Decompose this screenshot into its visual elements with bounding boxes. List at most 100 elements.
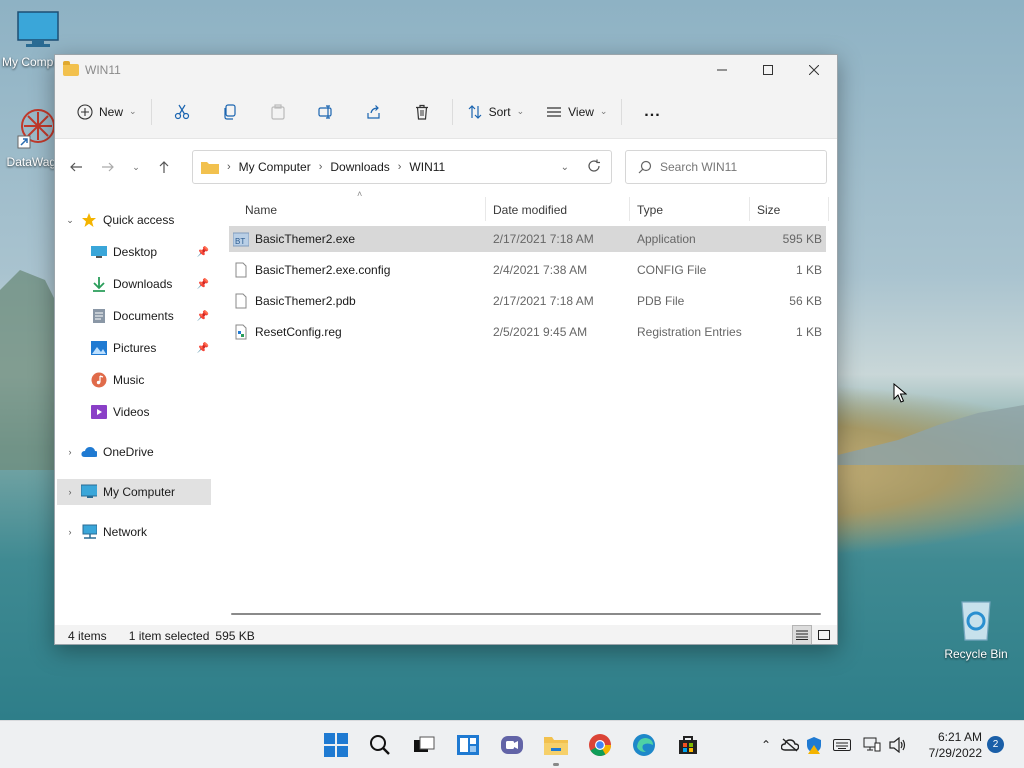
address-history-button[interactable]: ⌄ <box>561 162 569 173</box>
folder-icon <box>63 61 79 76</box>
nav-onedrive[interactable]: › OneDrive <box>63 439 217 465</box>
maximize-button[interactable] <box>745 55 791 85</box>
plus-circle-icon <box>77 103 93 120</box>
nav-pictures[interactable]: Pictures 📌 <box>91 335 211 361</box>
file-date: 2/17/2021 7:18 AM <box>493 294 594 308</box>
forward-button[interactable] <box>92 151 124 183</box>
file-size: 595 KB <box>782 232 822 246</box>
pin-icon[interactable]: 📌 <box>197 311 209 322</box>
breadcrumb-win11[interactable]: WIN11 <box>409 160 445 174</box>
volume-tray-icon[interactable] <box>888 735 908 755</box>
column-divider[interactable] <box>828 197 829 221</box>
left-hill-shape <box>0 270 60 470</box>
chevron-up-icon: ⌃ <box>760 738 772 752</box>
details-view-button[interactable] <box>792 625 812 644</box>
picture-icon <box>91 340 107 356</box>
widgets-button[interactable] <box>454 731 482 759</box>
pin-icon[interactable]: 📌 <box>197 279 209 290</box>
table-row[interactable]: BasicThemer2.pdb 2/17/2021 7:18 AM PDB F… <box>229 288 826 314</box>
tiles-view-button[interactable] <box>814 625 834 644</box>
nav-desktop[interactable]: Desktop 📌 <box>91 239 211 265</box>
nav-documents[interactable]: Documents 📌 <box>91 303 211 329</box>
store-taskbar-button[interactable] <box>674 731 702 759</box>
column-header-size[interactable]: Size <box>749 195 829 225</box>
column-label: Date modified <box>493 203 568 217</box>
task-view-button[interactable] <box>410 731 438 759</box>
breadcrumb-my-computer[interactable]: My Computer <box>239 160 311 174</box>
horizontal-scrollbar[interactable] <box>231 613 821 615</box>
rename-button[interactable] <box>302 94 350 130</box>
search-icon <box>370 735 390 755</box>
pin-icon[interactable]: 📌 <box>197 343 209 354</box>
close-button[interactable] <box>791 55 837 85</box>
search-box[interactable] <box>625 150 827 184</box>
up-button[interactable] <box>148 151 180 183</box>
table-row[interactable]: BasicThemer2.exe.config 2/4/2021 7:38 AM… <box>229 257 826 283</box>
column-header-type[interactable]: Type <box>629 195 749 225</box>
nav-my-computer[interactable]: › My Computer <box>57 479 211 505</box>
show-hidden-icons-button[interactable]: ⌃ <box>756 735 776 755</box>
notification-badge[interactable]: 2 <box>987 736 1004 753</box>
cloud-icon <box>81 444 97 460</box>
chrome-icon <box>589 734 611 756</box>
address-bar[interactable]: › My Computer › Downloads › WIN11 ⌄ <box>192 150 612 184</box>
trash-icon <box>415 104 428 120</box>
back-button[interactable] <box>60 151 92 183</box>
paste-button[interactable] <box>254 94 302 130</box>
breadcrumb-downloads[interactable]: Downloads <box>330 160 389 174</box>
table-row[interactable]: BT BasicThemer2.exe 2/17/2021 7:18 AM Ap… <box>229 226 826 252</box>
item-count: 4 items <box>68 628 107 643</box>
folder-icon <box>544 737 568 755</box>
selection-count: 1 item selected <box>128 628 210 643</box>
nav-label: Desktop <box>113 245 158 259</box>
search-input[interactable] <box>660 160 820 174</box>
title-bar[interactable]: WIN11 <box>55 55 837 85</box>
divider <box>621 98 623 125</box>
edge-taskbar-button[interactable] <box>630 731 658 759</box>
start-button[interactable] <box>322 731 350 759</box>
keyboard-tray-icon[interactable] <box>832 735 852 755</box>
file-size: 56 KB <box>789 294 822 308</box>
nav-downloads[interactable]: Downloads 📌 <box>91 271 211 297</box>
clock[interactable]: 6:21 AM 7/29/2022 <box>918 729 982 761</box>
view-button[interactable]: View ⌄ <box>538 94 615 130</box>
column-header-name[interactable]: Name <box>237 195 485 225</box>
security-tray-icon[interactable] <box>804 735 824 755</box>
nav-music[interactable]: Music <box>91 367 211 393</box>
delete-button[interactable] <box>398 94 446 130</box>
chevron-down-icon: ⌄ <box>129 106 137 116</box>
rename-icon <box>317 104 332 119</box>
onedrive-tray-icon[interactable] <box>780 735 800 755</box>
cut-button[interactable] <box>158 94 206 130</box>
nav-quick-access[interactable]: ⌄ Quick access <box>63 207 217 233</box>
taskbar-search-button[interactable] <box>366 731 394 759</box>
view-button-label: View <box>568 104 594 119</box>
more-options-button[interactable]: ... <box>628 94 676 130</box>
arrow-left-icon <box>70 162 82 172</box>
refresh-button[interactable] <box>587 159 601 176</box>
copy-button[interactable] <box>206 94 254 130</box>
edge-icon <box>633 734 655 756</box>
column-header-date[interactable]: Date modified <box>485 195 629 225</box>
chat-button[interactable] <box>498 731 526 759</box>
sort-button[interactable]: Sort ⌄ <box>459 94 533 130</box>
new-button[interactable]: New ⌄ <box>69 94 145 130</box>
nav-videos[interactable]: Videos <box>91 399 211 425</box>
tiles-view-icon <box>818 630 830 640</box>
recent-locations-button[interactable]: ⌄ <box>124 151 148 183</box>
minimize-button[interactable] <box>699 55 745 85</box>
nav-network[interactable]: › Network <box>63 519 217 545</box>
nav-label: Downloads <box>113 277 173 291</box>
share-button[interactable] <box>350 94 398 130</box>
file-explorer-taskbar-button[interactable] <box>542 731 570 759</box>
desktop-icon-recycle-bin[interactable]: Recycle Bin <box>938 596 1014 661</box>
network-tray-icon[interactable] <box>862 735 882 755</box>
chrome-taskbar-button[interactable] <box>586 731 614 759</box>
clipboard-icon <box>270 103 285 120</box>
arrow-right-icon <box>102 162 114 172</box>
chevron-right-icon: › <box>68 487 72 497</box>
file-name: BasicThemer2.exe <box>255 232 356 246</box>
nav-label: Pictures <box>113 341 157 355</box>
pin-icon[interactable]: 📌 <box>197 247 209 258</box>
table-row[interactable]: ResetConfig.reg 2/5/2021 9:45 AM Registr… <box>229 319 826 345</box>
